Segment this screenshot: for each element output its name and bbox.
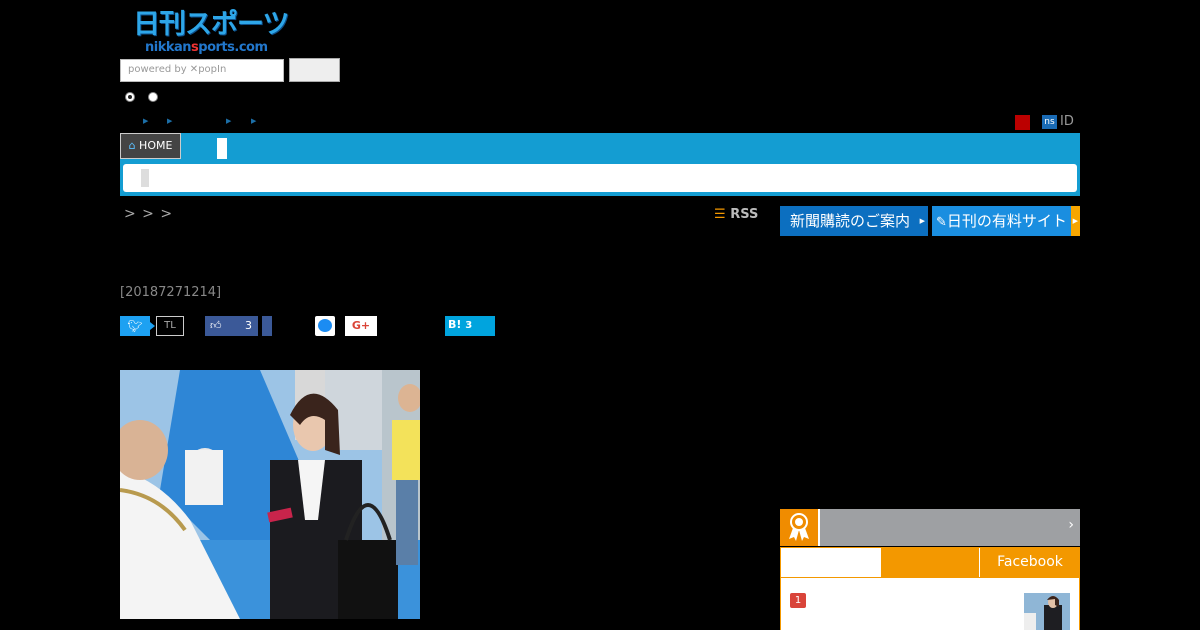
rss-icon: ☰ (714, 207, 726, 222)
paid-site-label: 日刊の有料サイト (946, 212, 1067, 230)
nikkansports-logo[interactable]: 日刊スポーツ nikkansports.com (133, 9, 289, 56)
search-input[interactable]: powered by ✕popIn (120, 59, 284, 82)
ranking-tabs: Facebook (780, 547, 1080, 578)
red-square-icon[interactable] (1015, 115, 1030, 130)
home-label: HOME (139, 139, 173, 152)
arrow-right-icon: ▶ (1072, 217, 1078, 225)
rss-link[interactable]: ☰ RSS (714, 207, 758, 222)
ranking-tab-facebook[interactable]: Facebook (980, 547, 1080, 578)
ns-id-icon[interactable]: ns (1042, 115, 1057, 129)
global-nav: ⌂ HOME (120, 133, 1080, 196)
ranking-number-badge: 1 (790, 593, 806, 608)
link-arrow-icon[interactable]: ▶ (167, 117, 172, 125)
search-scope-radio-web[interactable] (148, 92, 158, 102)
ranking-thumbnail[interactable] (1024, 593, 1070, 630)
link-arrow-icon[interactable]: ▶ (143, 117, 148, 125)
paid-site-banner[interactable]: ✎日刊の有料サイト ▶ (932, 206, 1080, 236)
article-photo[interactable] (120, 370, 420, 619)
tab-home[interactable]: ⌂ HOME (120, 133, 181, 159)
thumbs-up-icon: 👍︎ (210, 319, 222, 332)
popin-powered-by: powered by ✕popIn (128, 64, 227, 75)
logo-domain: nikkansports.com (145, 40, 268, 55)
facebook-like-count: 3 (245, 319, 252, 332)
rss-label: RSS (730, 207, 759, 222)
home-icon: ⌂ (128, 139, 136, 152)
search-scope-radio-site[interactable] (125, 92, 135, 102)
breadcrumb[interactable]: > > > (124, 206, 173, 222)
article-dateline: [20187271214] (120, 285, 222, 300)
arrow-right-icon: ▶ (919, 217, 925, 225)
sub-nav-bar (123, 164, 1077, 192)
link-arrow-icon[interactable]: ▶ (226, 117, 231, 125)
subscribe-label: 新聞購読のご案内 (790, 212, 911, 230)
id-login-link[interactable]: ID (1060, 114, 1074, 129)
ranking-medal-icon (780, 509, 818, 546)
hatena-bookmark-button[interactable]: B! 3 (445, 316, 495, 336)
subscribe-banner[interactable]: 新聞購読のご案内 ▶ (780, 206, 928, 236)
messenger-icon[interactable] (315, 316, 335, 336)
link-arrow-icon[interactable]: ▶ (251, 117, 256, 125)
hatena-count: 3 (465, 320, 473, 331)
pencil-icon: ✎ (936, 215, 947, 230)
twitter-share-button[interactable]: 🐦︎ (120, 316, 155, 336)
sub-nav-item[interactable] (141, 169, 149, 187)
nav-tab-marker[interactable] (217, 138, 227, 159)
twitter-timeline-button[interactable]: TL (156, 316, 184, 336)
photo-illustration (120, 370, 420, 619)
search-button[interactable] (289, 58, 340, 82)
chevron-right-icon: › (1068, 517, 1074, 533)
logo-japanese: 日刊スポーツ (133, 9, 289, 40)
ranking-header[interactable]: › (780, 509, 1080, 546)
ranking-list: 1 (780, 578, 1080, 630)
ranking-tab-2[interactable] (881, 547, 979, 578)
google-plus-button[interactable]: G+ (345, 316, 377, 336)
facebook-like-button[interactable]: 👍︎ 3 (205, 316, 258, 336)
facebook-share-button[interactable] (262, 316, 272, 336)
twitter-bird-icon: 🐦︎ (127, 319, 143, 333)
hatena-icon: B! (448, 318, 462, 331)
ranking-header-divider (818, 509, 820, 546)
